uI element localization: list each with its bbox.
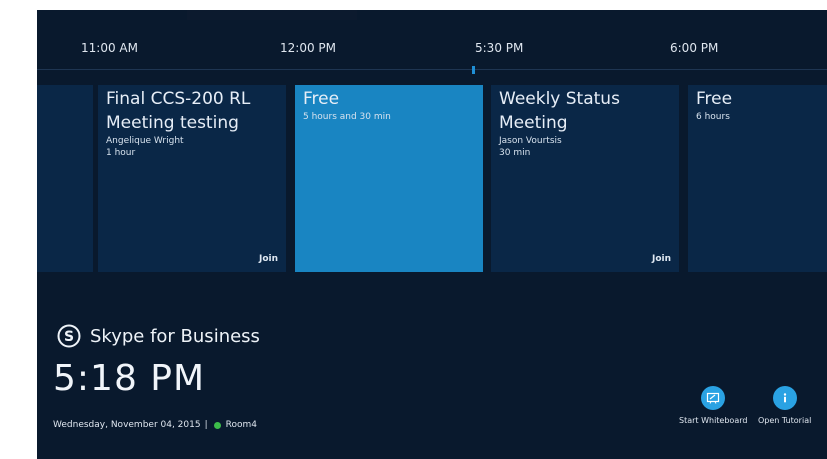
brand-name: Skype for Business (90, 325, 260, 347)
meeting-title: Weekly Status Meeting (499, 89, 620, 133)
start-whiteboard-label: Start Whiteboard (679, 416, 748, 425)
brand-header: S Skype for Business (56, 323, 260, 349)
start-whiteboard-button[interactable]: Start Whiteboard (679, 386, 747, 425)
meeting-organizer: Jason Vourtsis (499, 136, 562, 146)
whiteboard-icon[interactable] (701, 386, 726, 410)
timeline-label-4: 6:00 PM (670, 41, 719, 55)
meeting-title: Final CCS-200 RL Meeting testing (106, 89, 251, 133)
meeting-tile[interactable]: Final CCS-200 RL Meeting testing Angeliq… (98, 85, 286, 272)
skype-logo-icon: S (57, 324, 81, 348)
free-slot-duration: 6 hours (696, 112, 730, 122)
cropped-header-strip (187, 10, 357, 20)
current-date: Wednesday, November 04, 2015 (53, 420, 201, 430)
open-tutorial-button[interactable]: Open Tutorial (758, 386, 811, 425)
open-tutorial-label: Open Tutorial (758, 416, 812, 425)
join-button[interactable]: Join (652, 254, 671, 264)
info-icon[interactable] (772, 386, 797, 410)
current-time-marker (472, 66, 475, 74)
meeting-duration: 30 min (499, 148, 531, 158)
timeline-label-3: 5:30 PM (475, 41, 524, 55)
timeline-label-1: 11:00 AM (81, 41, 138, 55)
meeting-tile-partial (37, 85, 93, 272)
current-time: 5:18 PM (53, 358, 206, 399)
join-button[interactable]: Join (259, 254, 278, 264)
meeting-organizer: Angelique Wright (106, 136, 184, 146)
date-separator: | (204, 420, 208, 430)
free-slot-duration: 5 hours and 30 min (303, 112, 391, 122)
date-room-line: Wednesday, November 04, 2015 | Room4 (53, 420, 257, 430)
meeting-tile[interactable]: Weekly Status Meeting Jason Vourtsis 30 … (491, 85, 679, 272)
free-slot-title: Free (696, 89, 733, 109)
presence-dot-icon (213, 421, 221, 429)
free-slot-title: Free (303, 89, 340, 109)
free-slot-tile[interactable]: Free 5 hours and 30 min (295, 85, 483, 272)
meeting-duration: 1 hour (106, 148, 136, 158)
timeline-label-2: 12:00 PM (280, 41, 336, 55)
svg-text:S: S (64, 329, 74, 345)
free-slot-tile[interactable]: Free 6 hours (688, 85, 827, 272)
room-name: Room4 (225, 420, 257, 430)
timeline-divider (37, 69, 827, 70)
